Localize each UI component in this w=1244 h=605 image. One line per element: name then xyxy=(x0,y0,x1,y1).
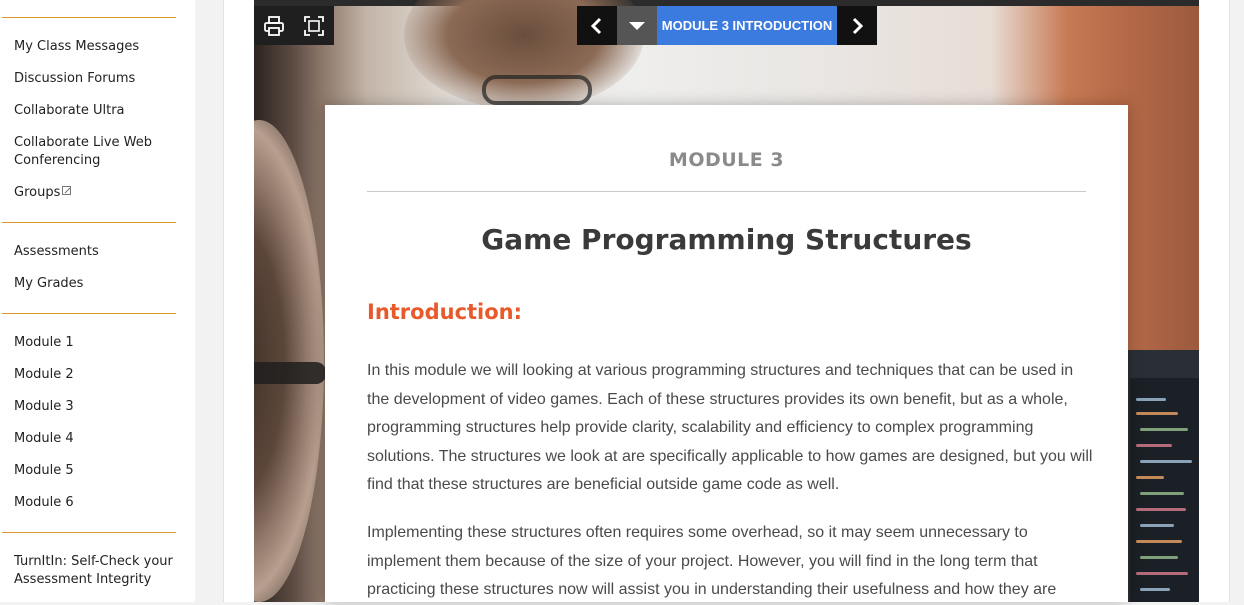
menu-separator xyxy=(2,313,176,314)
intro-paragraph: Implementing these structures often requ… xyxy=(367,524,1057,598)
sidebar-item-module-1[interactable]: Module 1 xyxy=(14,334,184,352)
sidebar-item-collaborate-live[interactable]: Collaborate Live Web Conferencing xyxy=(14,134,164,170)
module-content-card: MODULE 3 Game Programming Structures Int… xyxy=(325,105,1128,602)
module-navigation-bar: MODULE 3 INTRODUCTION xyxy=(577,6,877,45)
section-heading: Introduction: xyxy=(367,300,523,324)
sidebar-item-my-grades[interactable]: My Grades xyxy=(14,275,184,293)
chevron-left-icon xyxy=(590,17,602,34)
photo-monitor-shape xyxy=(1122,350,1199,602)
sidebar-item-assessments[interactable]: Assessments xyxy=(14,243,184,261)
page-title: Game Programming Structures xyxy=(481,223,972,256)
next-page-button[interactable] xyxy=(837,6,877,45)
photo-glasses-shape xyxy=(482,75,592,105)
intro-paragraph: In this module we will looking at variou… xyxy=(367,362,1093,493)
current-page-title-button[interactable]: MODULE 3 INTRODUCTION xyxy=(657,6,837,45)
sidebar-item-collaborate-ultra[interactable]: Collaborate Ultra xyxy=(14,102,184,120)
caret-down-icon xyxy=(629,21,645,30)
menu-separator xyxy=(2,17,176,18)
print-button[interactable] xyxy=(254,6,294,45)
sidebar-item-module-3[interactable]: Module 3 xyxy=(14,398,184,416)
photo-person-shape xyxy=(254,120,324,602)
sidebar-item-discussion-forums[interactable]: Discussion Forums xyxy=(14,70,184,88)
sidebar-item-my-class-messages[interactable]: My Class Messages xyxy=(14,38,184,56)
sidebar-item-turnitin[interactable]: TurnItIn: Self-Check your Assessment Int… xyxy=(14,553,179,589)
page-tools-toolbar xyxy=(254,6,334,45)
previous-page-button[interactable] xyxy=(577,6,617,45)
page-menu-dropdown-button[interactable] xyxy=(617,6,657,45)
fullscreen-button[interactable] xyxy=(294,6,334,45)
photo-glasses-shape xyxy=(254,362,326,384)
external-link-icon xyxy=(62,186,72,195)
menu-separator xyxy=(2,532,176,533)
sidebar-item-groups[interactable]: Groups xyxy=(14,184,184,202)
module-eyebrow-label: MODULE 3 xyxy=(668,149,785,171)
chevron-right-icon xyxy=(852,17,864,34)
menu-separator xyxy=(2,222,176,223)
sidebar-item-module-4[interactable]: Module 4 xyxy=(14,430,184,448)
sidebar-item-label: Groups xyxy=(14,185,61,200)
heading-divider xyxy=(367,191,1086,192)
course-menu-sidebar: My Class Messages Discussion Forums Coll… xyxy=(0,0,195,602)
sidebar-item-module-6[interactable]: Module 6 xyxy=(14,494,184,512)
photo-monitor-screen xyxy=(1130,378,1199,602)
fullscreen-icon xyxy=(304,15,324,36)
print-icon xyxy=(264,15,284,36)
sidebar-item-module-5[interactable]: Module 5 xyxy=(14,462,184,480)
sidebar-item-module-2[interactable]: Module 2 xyxy=(14,366,184,384)
